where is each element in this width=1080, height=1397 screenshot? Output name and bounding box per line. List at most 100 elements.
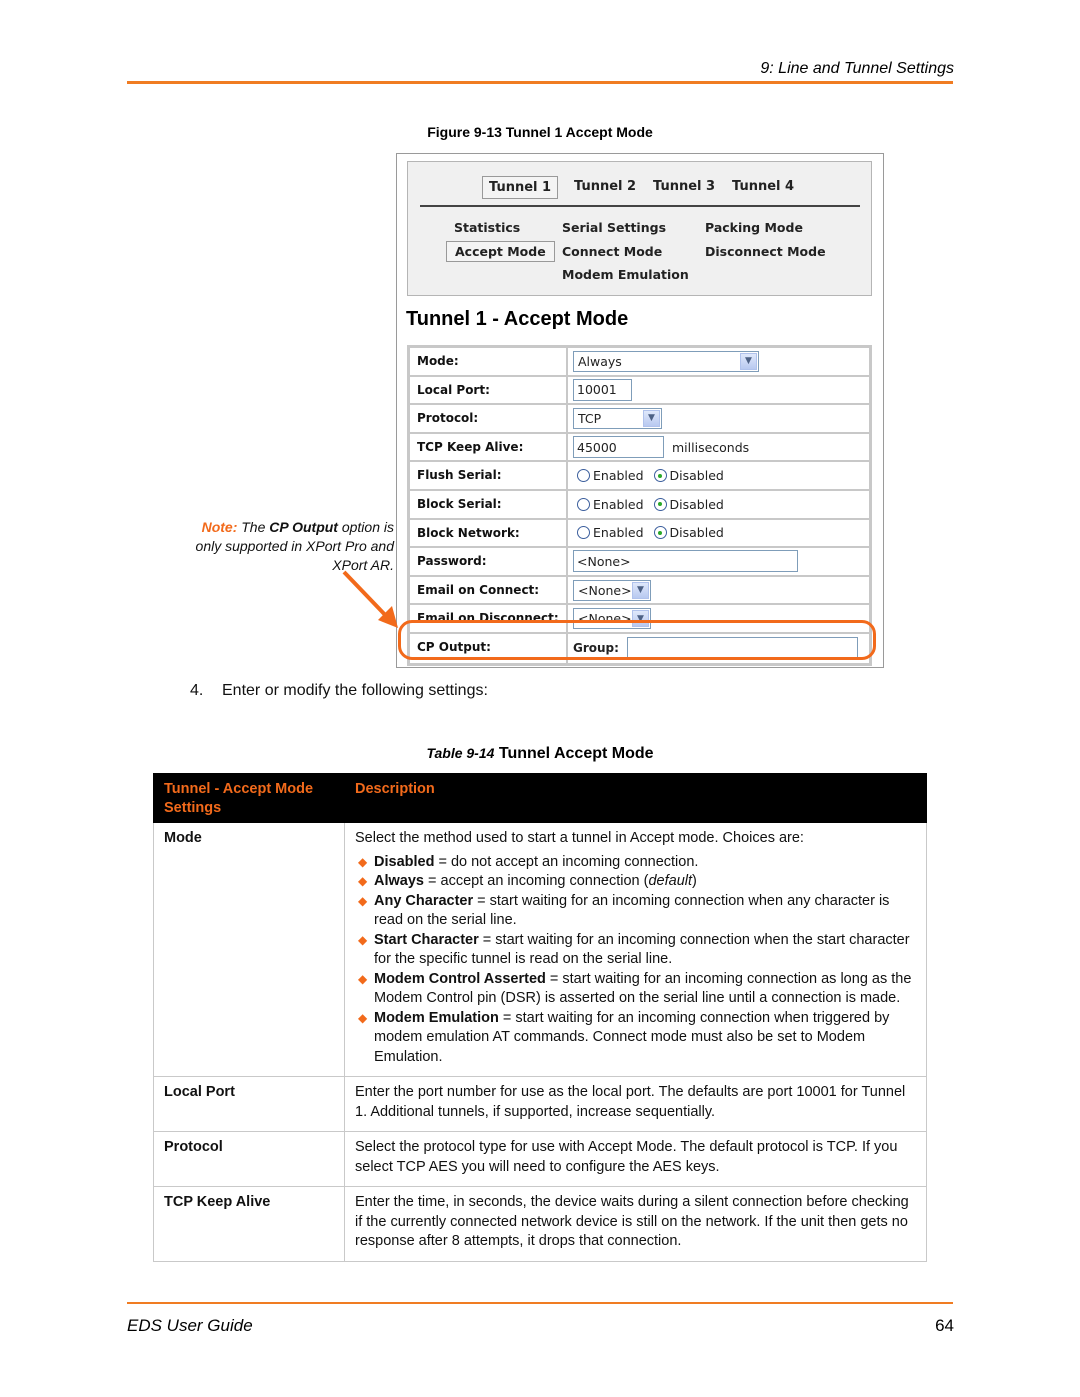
block-serial-label: Block Serial:: [410, 490, 568, 518]
nav-modem-emulation[interactable]: Modem Emulation: [554, 265, 697, 284]
block-serial-disabled-radio[interactable]: Disabled: [653, 496, 724, 512]
protocol-label: Protocol:: [410, 405, 568, 432]
form-row-local-port: Local Port: 10001: [410, 376, 869, 406]
chevron-down-icon[interactable]: ▼: [643, 409, 660, 427]
form-row-email-on-connect: Email on Connect: <None> ▼: [410, 576, 869, 606]
setting-name: Mode: [153, 822, 345, 1077]
nav-divider: [420, 205, 860, 207]
block-network-enabled-radio[interactable]: Enabled: [577, 525, 644, 540]
diamond-bullet-icon: ◆: [358, 854, 368, 869]
choice-text: ): [692, 873, 697, 889]
protocol-select-value: TCP: [578, 410, 602, 426]
nav-disconnect-mode[interactable]: Disconnect Mode: [697, 242, 834, 261]
note-label: Note:: [201, 519, 238, 535]
choice-term: Disabled: [374, 853, 435, 870]
tab-tunnel-4[interactable]: Tunnel 4: [726, 176, 800, 197]
setting-name: TCP Keep Alive: [153, 1186, 345, 1262]
flush-serial-disabled-radio[interactable]: Disabled: [653, 468, 724, 484]
settings-table: Tunnel - Accept Mode Settings Descriptio…: [153, 773, 927, 1262]
cp-output-note: Note: The CP Output option is only suppo…: [184, 518, 394, 575]
description-intro: Select the method used to start a tunnel…: [355, 830, 804, 846]
nav-statistics[interactable]: Statistics: [446, 218, 528, 237]
choice-text: = accept an incoming connection (: [423, 873, 649, 889]
choice-term: Modem Control Asserted: [374, 970, 546, 987]
block-serial-enabled-radio[interactable]: Enabled: [577, 497, 644, 512]
email-on-connect-select[interactable]: <None> ▼: [573, 579, 651, 601]
table-number: Table 9-14: [426, 745, 495, 761]
tab-tunnel-1[interactable]: Tunnel 1: [482, 176, 559, 199]
note-text: The: [241, 519, 270, 535]
form-row-block-serial: Block Serial: Enabled Disabled: [410, 490, 869, 520]
choice-term: Always: [374, 873, 424, 889]
form-row-password: Password: <None>: [410, 548, 869, 577]
password-input[interactable]: <None>: [573, 550, 798, 573]
nav-connect-mode[interactable]: Connect Mode: [554, 242, 670, 261]
nav-serial-settings[interactable]: Serial Settings: [554, 218, 674, 237]
radio-label: Disabled: [669, 496, 724, 512]
radio-label: Enabled: [593, 468, 644, 484]
table-row: Mode Select the method used to start a t…: [153, 822, 927, 1077]
list-item: ◆ Start Character = start waiting for an …: [355, 931, 916, 970]
mode-select[interactable]: Always ▼: [573, 350, 759, 372]
chevron-down-icon[interactable]: ▼: [632, 581, 649, 599]
callout-arrow-icon: [342, 570, 398, 628]
protocol-select[interactable]: TCP ▼: [573, 407, 662, 429]
radio-label: Disabled: [669, 468, 724, 484]
form-row-block-network: Block Network: Enabled Disabled: [410, 519, 869, 549]
diamond-bullet-icon: ◆: [358, 932, 368, 947]
radio-selected-icon: [653, 497, 667, 511]
local-port-label: Local Port:: [410, 376, 568, 404]
flush-serial-enabled-radio[interactable]: Enabled: [577, 468, 644, 483]
radio-label: Disabled: [669, 525, 724, 541]
step-instruction: 4. Enter or modify the following settings…: [190, 682, 488, 700]
tunnel-accept-mode-screenshot: Tunnel 1 Tunnel 2 Tunnel 3 Tunnel 4 Stat…: [396, 153, 884, 668]
cp-output-highlight-callout: [398, 620, 876, 660]
document-title: EDS User Guide: [127, 1316, 253, 1335]
list-item: ◆ Modem Control Asserted = start waiting …: [355, 970, 916, 1009]
tab-tunnel-3[interactable]: Tunnel 3: [647, 176, 721, 197]
accept-mode-form: Mode: Always ▼ Local Port: 10001 Protocol…: [407, 345, 872, 666]
diamond-bullet-icon: ◆: [358, 1010, 368, 1025]
choice-term: Start Character: [374, 931, 479, 948]
page-number: 64: [935, 1316, 954, 1335]
nav-accept-mode[interactable]: Accept Mode: [446, 241, 555, 262]
tcp-keep-alive-input[interactable]: 45000: [573, 436, 664, 459]
diamond-bullet-icon: ◆: [358, 971, 368, 986]
figure-caption: Figure 9-13 Tunnel 1 Accept Mode: [427, 124, 653, 140]
setting-name: Local Port: [153, 1076, 345, 1132]
step-number: 4.: [190, 682, 204, 699]
column-header-setting: Tunnel - Accept Mode Settings: [153, 773, 345, 823]
table-title: Tunnel Accept Mode: [494, 745, 654, 762]
setting-description: Select the protocol type for use with Ac…: [344, 1131, 927, 1187]
table-row: TCP Keep Alive Enter the time, in second…: [153, 1186, 927, 1262]
chapter-title: 9: Line and Tunnel Settings: [760, 60, 954, 77]
radio-unselected-icon: [577, 497, 590, 511]
nav-packing-mode[interactable]: Packing Mode: [697, 218, 811, 237]
table-header-row: Tunnel - Accept Mode Settings Descriptio…: [153, 773, 927, 823]
form-row-flush-serial: Flush Serial: Enabled Disabled: [410, 462, 869, 491]
email-on-connect-label: Email on Connect:: [410, 576, 568, 604]
page-heading: Tunnel 1 - Accept Mode: [406, 308, 629, 330]
form-row-protocol: Protocol: TCP ▼: [410, 405, 869, 434]
block-network-disabled-radio[interactable]: Disabled: [653, 525, 724, 541]
form-row-tcp-keep-alive: TCP Keep Alive: 45000 milliseconds: [410, 433, 869, 463]
local-port-input[interactable]: 10001: [573, 378, 632, 401]
list-item: ◆ Any Character = start waiting for an in…: [355, 892, 916, 931]
tcp-keep-alive-label: TCP Keep Alive:: [410, 433, 568, 461]
footer-divider: [127, 1302, 953, 1304]
tab-tunnel-2[interactable]: Tunnel 2: [568, 176, 642, 197]
tunnel-nav-panel: Tunnel 1 Tunnel 2 Tunnel 3 Tunnel 4 Stat…: [407, 161, 872, 296]
setting-description: Select the method used to start a tunnel…: [344, 822, 927, 1077]
choice-term: Modem Emulation: [374, 1009, 499, 1026]
radio-label: Enabled: [593, 525, 644, 541]
email-on-connect-value: <None>: [578, 582, 632, 598]
radio-selected-icon: [653, 526, 667, 540]
setting-description: Enter the port number for use as the loc…: [344, 1076, 927, 1132]
table-row: Local Port Enter the port number for use…: [153, 1076, 927, 1132]
header-divider: [127, 81, 953, 84]
table-row: Protocol Select the protocol type for us…: [153, 1131, 927, 1187]
tunnel-tabs: Tunnel 1 Tunnel 2 Tunnel 3 Tunnel 4: [408, 176, 871, 200]
choice-term: Any Character: [374, 892, 474, 909]
chevron-down-icon[interactable]: ▼: [740, 352, 757, 370]
mode-select-value: Always: [578, 353, 622, 369]
